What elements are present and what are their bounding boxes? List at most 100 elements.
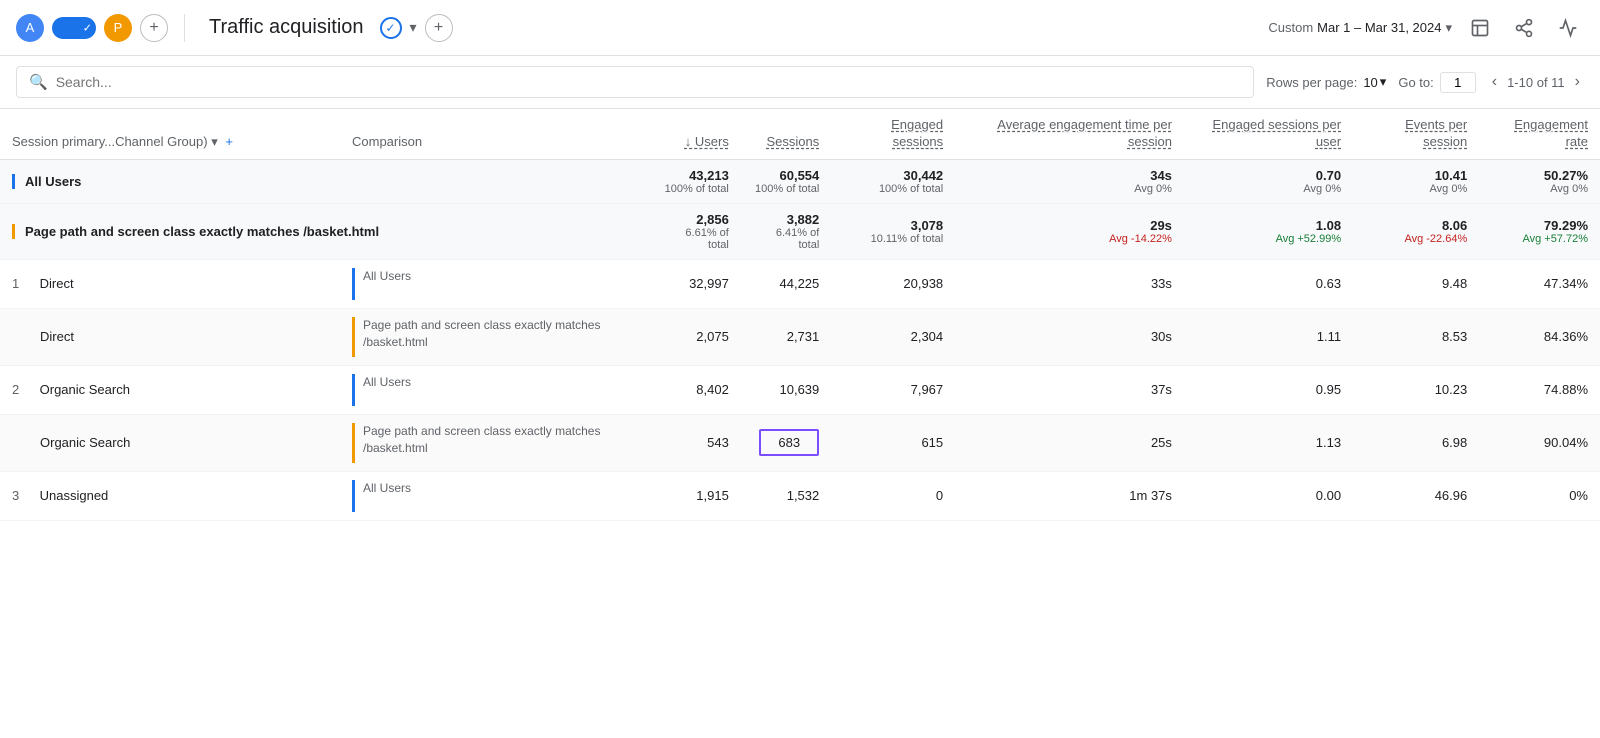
eng-rate-cell: 47.34% — [1479, 259, 1600, 308]
eng-sessions-per-user-cell: 0.63 — [1184, 259, 1353, 308]
summary-eng-sessions-per-user: 0.70 Avg 0% — [1184, 159, 1353, 203]
sub-eng-rate-cell: 84.36% — [1479, 308, 1600, 365]
sub-avg-time-cell: 25s — [955, 414, 1184, 471]
pagination: ‹ 1-10 of 11 › — [1488, 71, 1584, 93]
sub-table-row: Organic Search Page path and screen clas… — [0, 414, 1600, 471]
summary-row: Page path and screen class exactly match… — [0, 203, 1600, 259]
add-account-button[interactable]: + — [140, 14, 168, 42]
channel-name[interactable]: Unassigned — [40, 488, 109, 503]
users-cell: 1,915 — [652, 471, 741, 520]
next-page-button[interactable]: › — [1571, 71, 1584, 93]
share-icon[interactable] — [1508, 12, 1540, 44]
sub-users-cell: 2,075 — [652, 308, 741, 365]
topbar-divider — [184, 14, 185, 42]
rows-chevron-icon: ▾ — [1380, 74, 1387, 90]
channel-name[interactable]: Direct — [40, 276, 74, 291]
row-number: 1 — [12, 276, 36, 291]
page-range: 1-10 of 11 — [1507, 75, 1565, 90]
col-header-dimension[interactable]: Session primary...Channel Group) ▾ + — [0, 109, 340, 159]
col-header-events-per-session[interactable]: Events per session — [1353, 109, 1479, 159]
sub-channel-cell: Organic Search — [0, 414, 340, 471]
sessions-cell: 44,225 — [741, 259, 831, 308]
summary-engaged-sessions: 30,442 100% of total — [831, 159, 955, 203]
data-table: Session primary...Channel Group) ▾ + Com… — [0, 109, 1600, 521]
avatar-p[interactable]: P — [104, 14, 132, 42]
trend-icon[interactable] — [1552, 12, 1584, 44]
col-header-users[interactable]: ↓ Users — [652, 109, 741, 159]
col-header-engaged-sessions[interactable]: Engaged sessions — [831, 109, 955, 159]
avatar-a[interactable]: A — [16, 14, 44, 42]
summary-sessions: 3,882 6.41% of total — [741, 203, 831, 259]
sub-channel-name[interactable]: Organic Search — [40, 435, 130, 450]
topbar-left: A ✓ P + Traffic acquisition ✓ ▾ + — [16, 14, 453, 42]
sub-events-per-session-cell: 8.53 — [1353, 308, 1479, 365]
rows-select[interactable]: 10 ▾ — [1363, 74, 1386, 90]
comparison-label: All Users — [363, 268, 411, 300]
col-header-comparison: Comparison — [340, 109, 652, 159]
comparison-cell: All Users — [340, 259, 652, 308]
engaged-sessions-cell: 0 — [831, 471, 955, 520]
topbar: A ✓ P + Traffic acquisition ✓ ▾ + Custom… — [0, 0, 1600, 56]
summary-users: 2,856 6.61% of total — [652, 203, 741, 259]
add-report-button[interactable]: + — [425, 14, 453, 42]
summary-sessions: 60,554 100% of total — [741, 159, 831, 203]
channel-name[interactable]: Organic Search — [40, 382, 130, 397]
sub-engaged-sessions-cell: 2,304 — [831, 308, 955, 365]
chart-icon[interactable] — [1464, 12, 1496, 44]
channel-cell: 2 Organic Search — [0, 365, 340, 414]
add-dimension-icon[interactable]: + — [225, 134, 233, 149]
summary-eng-sessions-per-user: 1.08 Avg +52.99% — [1184, 203, 1353, 259]
goto-input[interactable] — [1440, 72, 1476, 93]
date-range-selector[interactable]: Custom Mar 1 – Mar 31, 2024 ▾ — [1268, 20, 1452, 36]
summary-label: All Users — [25, 174, 81, 189]
engaged-sessions-cell: 7,967 — [831, 365, 955, 414]
users-cell: 8,402 — [652, 365, 741, 414]
sessions-cell: 1,532 — [741, 471, 831, 520]
summary-label-cell: All Users — [0, 159, 652, 203]
eng-rate-cell: 0% — [1479, 471, 1600, 520]
title-check: ✓ — [380, 17, 402, 39]
summary-avg-time: 29s Avg -14.22% — [955, 203, 1184, 259]
comparison-cell: All Users — [340, 471, 652, 520]
search-input[interactable] — [56, 74, 1242, 90]
topbar-right: Custom Mar 1 – Mar 31, 2024 ▾ — [1268, 12, 1584, 44]
sub-sessions-cell: 683 — [741, 414, 831, 471]
eng-sessions-per-user-cell: 0.95 — [1184, 365, 1353, 414]
channel-cell: 3 Unassigned — [0, 471, 340, 520]
summary-engaged-sessions: 3,078 10.11% of total — [831, 203, 955, 259]
goto-wrap: Go to: — [1398, 72, 1475, 93]
comparison-cell: All Users — [340, 365, 652, 414]
sub-comparison-cell: Page path and screen class exactly match… — [340, 308, 652, 365]
users-cell: 32,997 — [652, 259, 741, 308]
sessions-cell: 10,639 — [741, 365, 831, 414]
events-per-session-cell: 9.48 — [1353, 259, 1479, 308]
sub-users-cell: 543 — [652, 414, 741, 471]
summary-label-cell: Page path and screen class exactly match… — [0, 203, 652, 259]
comparison-label: All Users — [363, 480, 411, 512]
sub-channel-name[interactable]: Direct — [40, 329, 74, 344]
date-label: Custom — [1268, 20, 1313, 35]
summary-events-per-session: 10.41 Avg 0% — [1353, 159, 1479, 203]
toggle-switch[interactable]: ✓ — [52, 17, 96, 39]
row-number: 3 — [12, 488, 36, 503]
goto-label: Go to: — [1398, 75, 1433, 90]
col-header-sessions[interactable]: Sessions — [741, 109, 831, 159]
sub-channel-cell: Direct — [0, 308, 340, 365]
title-chevron-button[interactable]: ▾ — [410, 19, 417, 36]
channel-cell: 1 Direct — [0, 259, 340, 308]
check-circle-icon: ✓ — [380, 17, 402, 39]
rows-per-page-label: Rows per page: — [1266, 75, 1357, 90]
summary-eng-rate: 50.27% Avg 0% — [1479, 159, 1600, 203]
summary-eng-rate: 79.29% Avg +57.72% — [1479, 203, 1600, 259]
col-header-eng-sessions-per-user[interactable]: Engaged sessions per user — [1184, 109, 1353, 159]
table-row: 3 Unassigned All Users 1,915 1,532 0 1m … — [0, 471, 1600, 520]
avg-time-cell: 1m 37s — [955, 471, 1184, 520]
col-header-avg-engagement[interactable]: Average engagement time per session — [955, 109, 1184, 159]
table-wrap: Session primary...Channel Group) ▾ + Com… — [0, 109, 1600, 521]
avg-time-cell: 33s — [955, 259, 1184, 308]
page-title: Traffic acquisition — [209, 16, 364, 39]
prev-page-button[interactable]: ‹ — [1488, 71, 1501, 93]
search-wrap[interactable]: 🔍 — [16, 66, 1254, 98]
col-header-engagement-rate[interactable]: Engagement rate — [1479, 109, 1600, 159]
summary-avg-time: 34s Avg 0% — [955, 159, 1184, 203]
